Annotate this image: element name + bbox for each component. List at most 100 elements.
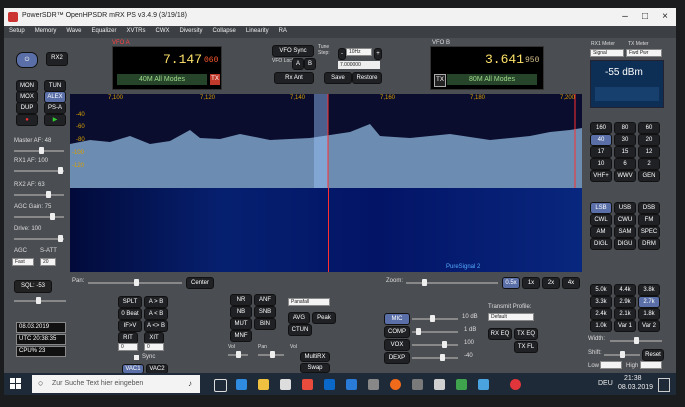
filter-2-4k-button[interactable]: 2.4k bbox=[590, 308, 612, 320]
vac1-button[interactable]: VAC1 bbox=[122, 364, 144, 373]
menu-wave[interactable]: Wave bbox=[61, 26, 86, 36]
vfo-a-lock-button[interactable]: A bbox=[292, 58, 304, 70]
tx-meter-select[interactable] bbox=[626, 49, 662, 57]
close-icon[interactable]: × bbox=[656, 10, 674, 24]
vfo-b-lock-button[interactable]: B bbox=[304, 58, 316, 70]
mode-usb-button[interactable]: USB bbox=[614, 202, 636, 214]
bin-button[interactable]: BIN bbox=[254, 318, 276, 330]
band-40-button[interactable]: 40 bbox=[590, 134, 612, 146]
vfo-sync-button[interactable]: VFO Sync bbox=[272, 45, 314, 57]
mode-digu-button[interactable]: DIGU bbox=[614, 238, 636, 250]
panadapter[interactable]: 7,100 7,120 7,140 7,160 7,180 7,200 -40 … bbox=[70, 94, 582, 188]
band-2-button[interactable]: 2 bbox=[638, 158, 660, 170]
rx-ant-button[interactable]: Rx Ant bbox=[274, 72, 314, 84]
width-knob[interactable] bbox=[634, 337, 639, 344]
zoom-1x-button[interactable]: 1x bbox=[522, 277, 540, 289]
rit-field[interactable] bbox=[118, 343, 138, 351]
band-160-button[interactable]: 160 bbox=[590, 122, 612, 134]
menu-linearity[interactable]: Linearity bbox=[241, 26, 274, 36]
comp-knob[interactable] bbox=[416, 328, 421, 335]
waterfall[interactable]: PureSignal 2 bbox=[70, 188, 582, 272]
notifications-icon[interactable] bbox=[658, 378, 670, 392]
record-button[interactable]: ● bbox=[16, 114, 38, 126]
language-indicator[interactable]: DEU bbox=[598, 380, 613, 387]
filter-1-8k-button[interactable]: 1.8k bbox=[638, 308, 660, 320]
agc-gain-knob[interactable] bbox=[50, 213, 55, 220]
drive-slider[interactable] bbox=[14, 235, 64, 242]
split-button[interactable]: SPLT bbox=[118, 296, 142, 308]
b-to-a-button[interactable]: A < B bbox=[144, 308, 168, 320]
app-icon-gray[interactable] bbox=[368, 379, 379, 390]
band-vhf-button[interactable]: VHF+ bbox=[590, 170, 612, 182]
pan-slider[interactable] bbox=[88, 279, 182, 286]
dexp-knob[interactable] bbox=[440, 354, 445, 361]
maximize-icon[interactable]: □ bbox=[636, 10, 654, 24]
master-af-slider[interactable] bbox=[14, 147, 64, 154]
vfo-b-display[interactable]: 3.641 950 TX 80M All Modes bbox=[430, 46, 544, 90]
dexp-button[interactable]: DEXP bbox=[384, 352, 410, 364]
vol-slider[interactable] bbox=[228, 351, 248, 358]
mode-spec-button[interactable]: SPEC bbox=[638, 226, 660, 238]
rx1-af-slider[interactable] bbox=[14, 167, 64, 174]
comp-button[interactable]: COMP bbox=[384, 326, 410, 338]
tx-eq-button[interactable]: TX EQ bbox=[514, 328, 538, 340]
mode-cwl-button[interactable]: CWL bbox=[590, 214, 612, 226]
app-icon-blue[interactable] bbox=[324, 379, 335, 390]
shift-knob[interactable] bbox=[620, 351, 625, 358]
mnf-button[interactable]: MNF bbox=[230, 330, 252, 342]
filter-var2-button[interactable]: Var 2 bbox=[638, 320, 660, 332]
mic-button[interactable]: MIC bbox=[384, 313, 410, 325]
band-15-button[interactable]: 15 bbox=[614, 146, 636, 158]
rx2-af-knob[interactable] bbox=[46, 191, 51, 198]
menu-xvtrs[interactable]: XVTRs bbox=[122, 26, 151, 36]
band-30-button[interactable]: 30 bbox=[614, 134, 636, 146]
swap-button[interactable]: Swap bbox=[300, 363, 330, 373]
sql-knob[interactable] bbox=[36, 297, 41, 304]
restore-button[interactable]: Restore bbox=[352, 72, 382, 84]
rx-eq-button[interactable]: RX EQ bbox=[488, 328, 512, 340]
swap-ab-button[interactable]: A <> B bbox=[144, 320, 168, 332]
save-button[interactable]: Save bbox=[324, 72, 352, 84]
filter-2-7k-button[interactable]: 2.7k bbox=[638, 296, 660, 308]
band-wwv-button[interactable]: WWV bbox=[614, 170, 636, 182]
sql-button[interactable]: SQL: -53 bbox=[14, 280, 52, 293]
window-app-icon[interactable] bbox=[412, 379, 423, 390]
band-17-button[interactable]: 17 bbox=[590, 146, 612, 158]
high-field[interactable] bbox=[640, 361, 662, 369]
zoom-knob[interactable] bbox=[422, 279, 427, 286]
clock-time[interactable]: 21:38 bbox=[624, 375, 642, 382]
nb-button[interactable]: NB bbox=[230, 306, 252, 318]
agc-gain-slider[interactable] bbox=[14, 213, 64, 220]
pan-knob[interactable] bbox=[134, 279, 139, 286]
firefox-icon[interactable] bbox=[390, 379, 401, 390]
filter-5k-button[interactable]: 5.0k bbox=[590, 284, 612, 296]
filter-2-9k-button[interactable]: 2.9k bbox=[614, 296, 636, 308]
filter-1k-button[interactable]: 1.0k bbox=[590, 320, 612, 332]
band-gen-button[interactable]: GEN bbox=[638, 170, 660, 182]
app-icon-green[interactable] bbox=[456, 379, 467, 390]
mode-fm-button[interactable]: FM bbox=[638, 214, 660, 226]
menu-ra[interactable]: RA bbox=[274, 26, 292, 36]
tx-profile-select[interactable] bbox=[488, 313, 534, 321]
vol-knob[interactable] bbox=[236, 351, 241, 358]
filter-3-3k-button[interactable]: 3.3k bbox=[590, 296, 612, 308]
band-20-button[interactable]: 20 bbox=[638, 134, 660, 146]
center-button[interactable]: Center bbox=[186, 277, 214, 289]
multirx-button[interactable]: MultiRX bbox=[300, 352, 330, 362]
edge-icon[interactable] bbox=[236, 379, 247, 390]
mode-cwu-button[interactable]: CWU bbox=[614, 214, 636, 226]
filter-2-1k-button[interactable]: 2.1k bbox=[614, 308, 636, 320]
mode-lsb-button[interactable]: LSB bbox=[590, 202, 612, 214]
vox-knob[interactable] bbox=[442, 341, 447, 348]
low-field[interactable] bbox=[600, 361, 622, 369]
app-icon-blue-2[interactable] bbox=[346, 379, 357, 390]
tx-filter-button[interactable]: TX FL bbox=[514, 341, 538, 353]
vox-button[interactable]: VOX bbox=[384, 339, 410, 351]
filter-4-4k-button[interactable]: 4.4k bbox=[614, 284, 636, 296]
mode-am-button[interactable]: AM bbox=[590, 226, 612, 238]
sql-slider[interactable] bbox=[14, 297, 66, 304]
tune-step-select[interactable] bbox=[346, 48, 372, 56]
powersdr-taskbar-icon[interactable] bbox=[478, 379, 489, 390]
step-down-button[interactable]: - bbox=[338, 48, 346, 60]
mic-knob[interactable] bbox=[430, 315, 435, 322]
